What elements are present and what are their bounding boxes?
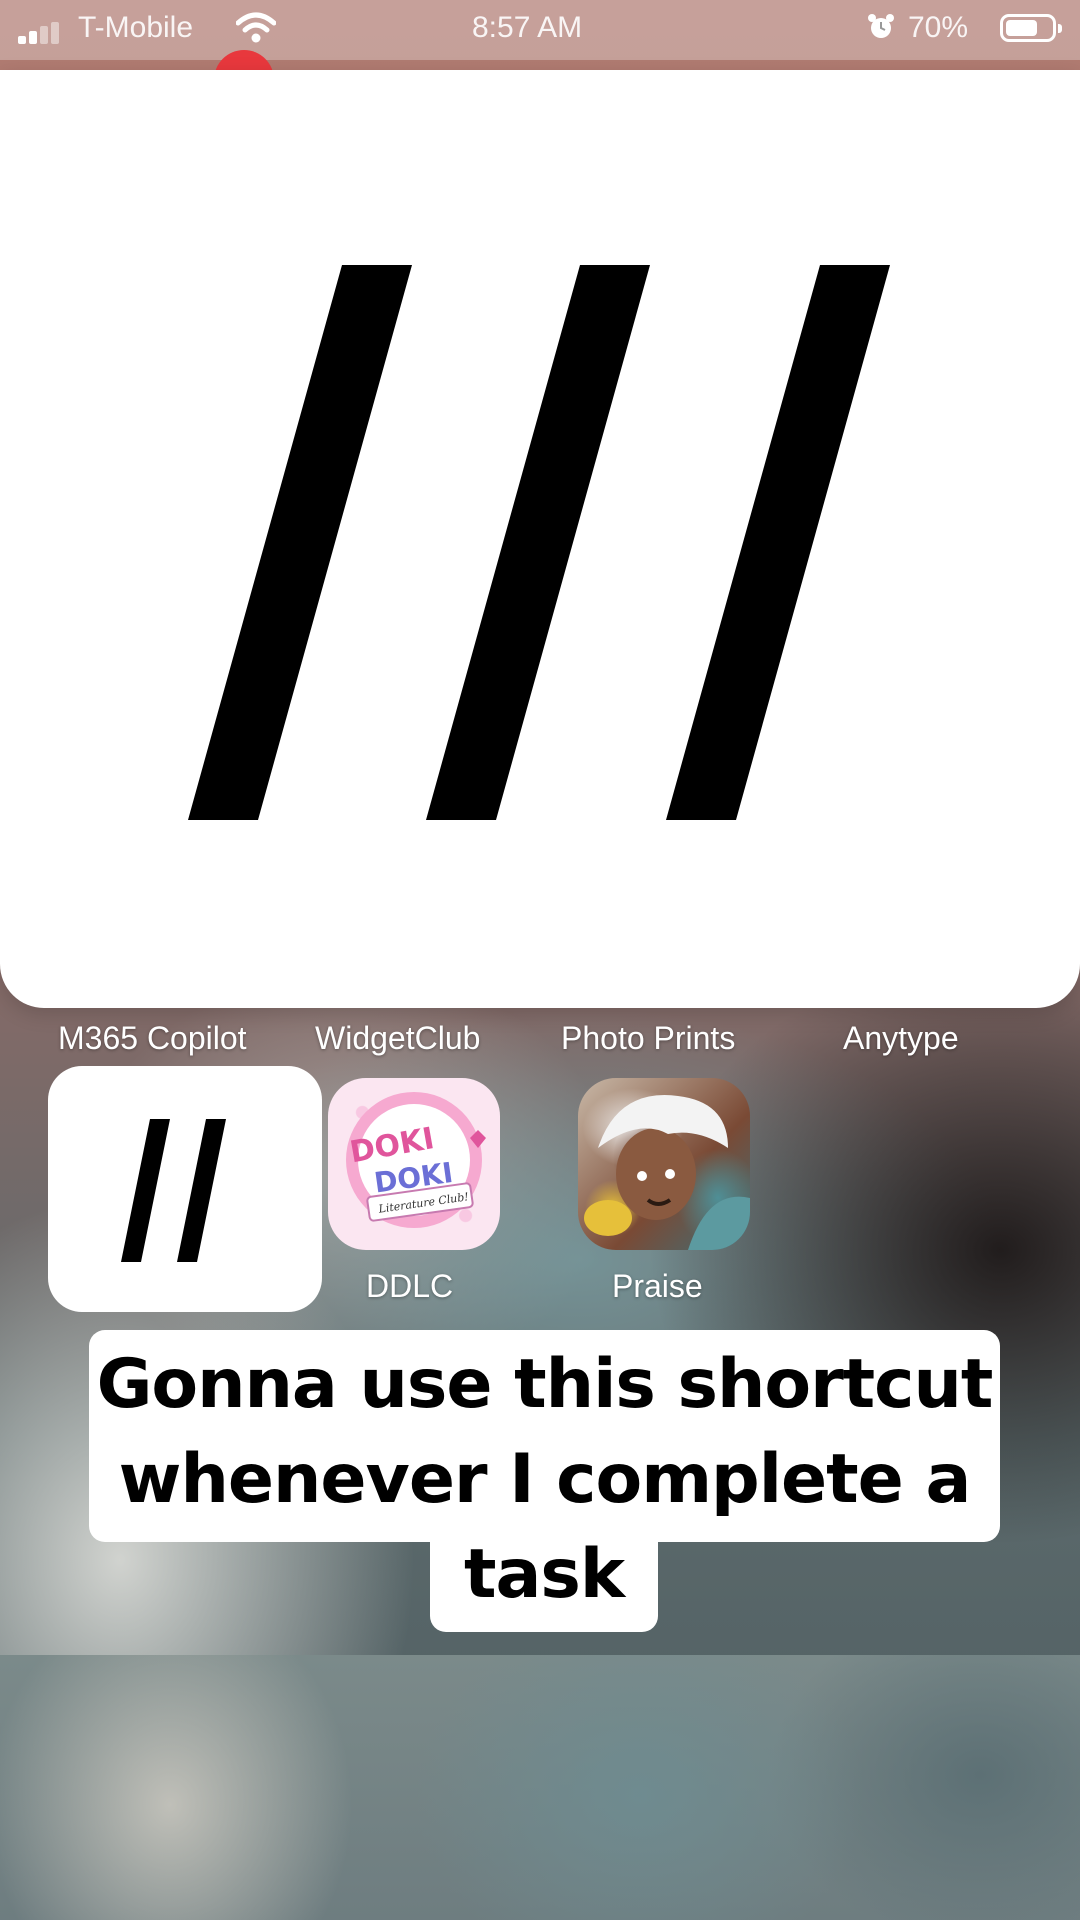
ddlc-logo-icon: DOKI DOKI Literature Club!	[347, 1121, 486, 1222]
app-label-m365-copilot[interactable]: M365 Copilot	[58, 1020, 247, 1057]
shortcut-widget-large[interactable]	[0, 70, 1080, 1008]
app-label-photo-prints[interactable]: Photo Prints	[561, 1020, 735, 1057]
caption-line-3: task	[463, 1535, 625, 1614]
slash-lines-icon	[188, 265, 890, 820]
app-label-anytype[interactable]: Anytype	[843, 1020, 959, 1057]
battery-icon	[1000, 14, 1062, 42]
caption-line-1: Gonna use this shortcut	[96, 1345, 994, 1424]
wifi-icon	[236, 12, 276, 43]
battery-percent: 70%	[908, 11, 969, 44]
praise-app-icon[interactable]	[578, 1078, 750, 1250]
app-label-widgetclub[interactable]: WidgetClub	[315, 1020, 480, 1057]
dock-blur	[0, 1655, 1080, 1920]
caption-line-2: whenever I complete a	[118, 1440, 972, 1519]
carrier-name: T-Mobile	[78, 11, 194, 44]
ddlc-app-icon[interactable]: DOKI DOKI Literature Club!	[328, 1078, 500, 1250]
shortcut-widget-small[interactable]	[48, 1066, 322, 1312]
battery-fill	[1006, 20, 1037, 36]
double-slash-icon	[121, 1119, 226, 1262]
status-bar: T-Mobile 8:57 AM 70%	[0, 0, 1080, 60]
cellular-signal-icon	[18, 22, 66, 44]
praise-character-icon	[584, 1095, 750, 1250]
app-label-praise[interactable]: Praise	[612, 1268, 703, 1305]
app-label-ddlc[interactable]: DDLC	[366, 1268, 453, 1305]
status-time: 8:57 AM	[472, 11, 583, 44]
alarm-icon	[868, 14, 894, 38]
